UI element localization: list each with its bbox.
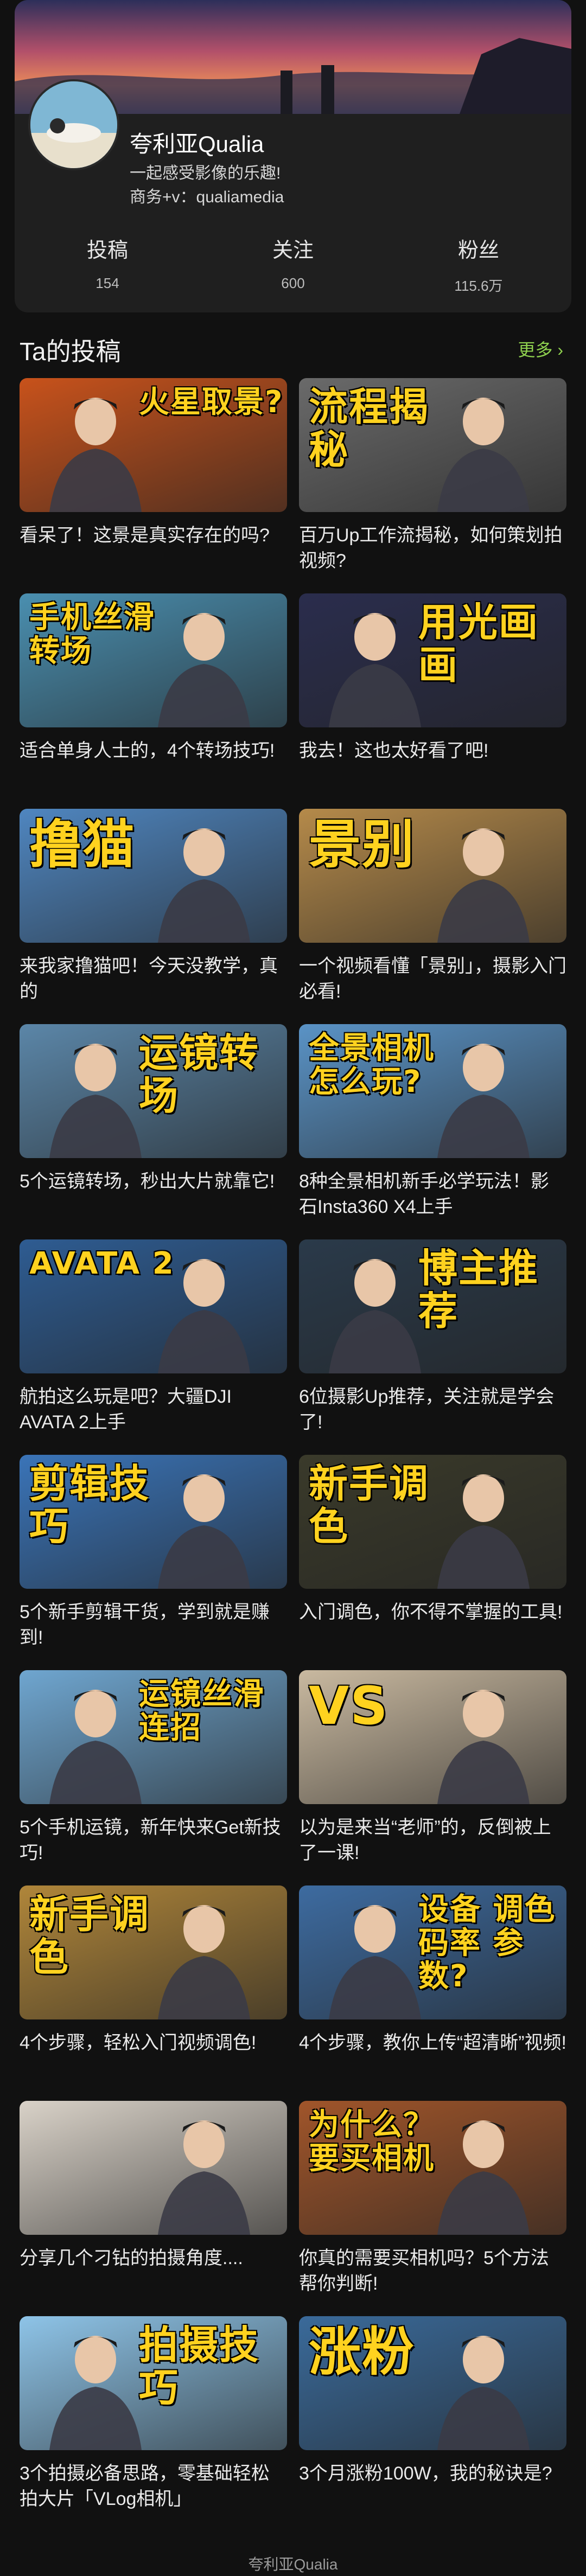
video-card[interactable]: 设备 调色 码率 参数? 4个步骤，教你上传“超清晰”视频! [299, 1885, 566, 2081]
profile-card: 夸利亚Qualia 一起感受影像的乐趣! 商务+v：qualiamedia 投稿… [15, 0, 571, 312]
video-title[interactable]: 航拍这么玩是吧？大疆DJI AVATA 2上手 [20, 1384, 287, 1435]
stat-value: 600 [281, 275, 305, 291]
stat-label: 粉丝 [457, 239, 499, 262]
video-card[interactable]: 剪辑技巧 5个新手剪辑干货，学到就是赚到! [20, 1455, 287, 1651]
video-thumbnail[interactable]: 博主推荐 [299, 1239, 566, 1373]
stat-value: 154 [95, 275, 119, 291]
video-card[interactable]: 为什么？要买相机你真的需要买相机吗？5个方法帮你判断! [299, 2101, 566, 2297]
video-thumbnail[interactable]: 景别 [299, 809, 566, 943]
thumbnail-caption: 运镜丝滑连招 [139, 1677, 265, 1746]
video-thumbnail[interactable]: 设备 调色 码率 参数? [299, 1885, 566, 2019]
video-title[interactable]: 看呆了！这景是真实存在的吗? [20, 523, 287, 574]
video-title[interactable]: 4个步骤，轻松入门视频调色! [20, 2030, 287, 2081]
video-title[interactable]: 5个新手剪辑干货，学到就是赚到! [20, 1600, 287, 1651]
video-card[interactable]: 火星取景? 看呆了！这景是真实存在的吗? [20, 378, 287, 574]
thumbnail-caption: 拍摄技巧 [139, 2322, 260, 2411]
video-title[interactable]: 入门调色，你不得不掌握的工具! [299, 1600, 566, 1651]
stat-label: 关注 [272, 239, 314, 262]
video-thumbnail[interactable]: 全景相机怎么玩? [299, 1024, 566, 1158]
video-title[interactable]: 你真的需要买相机吗？5个方法帮你判断! [299, 2246, 566, 2297]
video-card[interactable]: 涨粉 3个月涨粉100W，我的秘诀是? [299, 2316, 566, 2512]
video-card[interactable]: AVATA 2 航拍这么玩是吧？大疆DJI AVATA 2上手 [20, 1239, 287, 1435]
video-thumbnail[interactable]: 拍摄技巧 [20, 2316, 287, 2450]
thumbnail-caption: 博主推荐 [418, 1245, 539, 1334]
thumbnail-caption: 为什么？要买相机 [309, 2107, 435, 2176]
video-thumbnail[interactable]: VS [299, 1670, 566, 1804]
bio-line-1: 一起感受影像的乐趣! [130, 164, 281, 182]
thumbnail-caption: 用光画画 [418, 599, 539, 688]
thumbnail-caption: 火星取景? [139, 385, 284, 420]
thumbnail-caption: AVATA 2 [29, 1246, 175, 1281]
stat-label: 投稿 [86, 239, 128, 262]
thumbnail-caption: 流程揭秘 [309, 384, 430, 473]
video-thumbnail[interactable]: 运镜丝滑连招 [20, 1670, 287, 1804]
profile-name: 夸利亚Qualia [130, 131, 264, 157]
video-title[interactable]: 4个步骤，教你上传“超清晰”视频! [299, 2030, 566, 2081]
video-card[interactable]: 景别一个视频看懂「景别」，摄影入门必看! [299, 809, 566, 1005]
video-thumbnail[interactable]: 新手调色 [20, 1885, 287, 2019]
video-card[interactable]: 手机丝滑转场适合单身人士的，4个转场技巧! [20, 593, 287, 789]
stat-following[interactable]: 关注 600 [200, 233, 386, 298]
video-title[interactable]: 百万Up工作流揭秘，如何策划拍视频? [299, 523, 566, 574]
thumbnail-caption: 新手调色 [29, 1891, 150, 1980]
thumbnail-caption: 撸猫 [29, 814, 136, 875]
video-card[interactable]: 用光画画我去！这也太好看了吧! [299, 593, 566, 789]
video-card[interactable]: 分享几个刁钻的拍摄角度.... [20, 2101, 287, 2297]
video-title[interactable]: 3个拍摄必备思路，零基础轻松拍大片「VLog相机」 [20, 2461, 287, 2512]
more-link[interactable]: 更多 › [518, 336, 563, 361]
bio-line-2: 商务+v：qualiamedia [130, 188, 284, 206]
thumbnail-caption: 运镜转场 [139, 1030, 260, 1119]
avatar[interactable] [28, 79, 119, 170]
video-thumbnail[interactable]: 为什么？要买相机 [299, 2101, 566, 2235]
video-title[interactable]: 以为是来当“老师”的，反倒被上了一课! [299, 1815, 566, 1866]
thumbnail-caption: 设备 调色 码率 参数? [418, 1892, 556, 1995]
profile-bio: 一起感受影像的乐趣! 商务+v：qualiamedia [130, 162, 284, 209]
video-thumbnail[interactable]: 火星取景? [20, 378, 287, 512]
video-card[interactable]: 新手调色 4个步骤，轻松入门视频调色! [20, 1885, 287, 2081]
video-thumbnail[interactable] [20, 2101, 287, 2235]
video-card[interactable]: 运镜转场 5个运镜转场，秒出大片就靠它! [20, 1024, 287, 1220]
video-card[interactable]: 运镜丝滑连招 5个手机运镜，新年快来Get新技巧! [20, 1670, 287, 1866]
video-thumbnail[interactable]: 用光画画 [299, 593, 566, 727]
video-card[interactable]: 流程揭秘百万Up工作流揭秘，如何策划拍视频? [299, 378, 566, 574]
video-card[interactable]: 拍摄技巧 3个拍摄必备思路，零基础轻松拍大片「VLog相机」 [20, 2316, 287, 2512]
video-title[interactable]: 6位摄影Up推荐，关注就是学会了! [299, 1384, 566, 1435]
thumbnail-caption: 手机丝滑转场 [29, 600, 155, 669]
video-title[interactable]: 8种全景相机新手必学玩法！影石Insta360 X4上手 [299, 1169, 566, 1220]
video-title[interactable]: 3个月涨粉100W，我的秘诀是? [299, 2461, 566, 2512]
video-title[interactable]: 适合单身人士的，4个转场技巧! [20, 738, 287, 789]
video-card[interactable]: 新手调色入门调色，你不得不掌握的工具! [299, 1455, 566, 1651]
stat-followers[interactable]: 粉丝 115.6万 [386, 233, 571, 298]
video-title[interactable]: 5个手机运镜，新年快来Get新技巧! [20, 1815, 287, 1866]
thumbnail-caption: VS [309, 1676, 389, 1736]
video-title[interactable]: 分享几个刁钻的拍摄角度.... [20, 2246, 287, 2297]
thumbnail-caption: 全景相机怎么玩? [309, 1031, 435, 1100]
thumbnail-caption: 涨粉 [309, 2322, 415, 2382]
profile-stats: 投稿 154 关注 600 粉丝 115.6万 [15, 233, 571, 298]
video-thumbnail[interactable]: 涨粉 [299, 2316, 566, 2450]
thumbnail-caption: 剪辑技巧 [29, 1461, 150, 1550]
video-card[interactable]: 全景相机怎么玩? 8种全景相机新手必学玩法！影石Insta360 X4上手 [299, 1024, 566, 1220]
video-title[interactable]: 一个视频看懂「景别」，摄影入门必看! [299, 954, 566, 1005]
video-title[interactable]: 来我家撸猫吧！今天没教学，真的 [20, 954, 287, 1005]
video-thumbnail[interactable]: 运镜转场 [20, 1024, 287, 1158]
video-thumbnail[interactable]: 手机丝滑转场 [20, 593, 287, 727]
video-thumbnail[interactable]: 新手调色 [299, 1455, 566, 1589]
thumbnail-person-graphic [158, 2120, 250, 2235]
video-thumbnail[interactable]: 撸猫 [20, 809, 287, 943]
section-title: Ta的投稿 [20, 337, 121, 366]
video-card[interactable]: VS 以为是来当“老师”的，反倒被上了一课! [299, 1670, 566, 1866]
video-card[interactable]: 撸猫来我家撸猫吧！今天没教学，真的 [20, 809, 287, 1005]
stat-value: 115.6万 [454, 278, 503, 294]
video-thumbnail[interactable]: 流程揭秘 [299, 378, 566, 512]
video-thumbnail[interactable]: 剪辑技巧 [20, 1455, 287, 1589]
video-title[interactable]: 我去！这也太好看了吧! [299, 738, 566, 789]
thumbnail-caption: 景别 [309, 814, 415, 875]
video-thumbnail[interactable]: AVATA 2 [20, 1239, 287, 1373]
thumbnail-caption: 新手调色 [309, 1461, 430, 1550]
video-card[interactable]: 博主推荐 6位摄影Up推荐，关注就是学会了! [299, 1239, 566, 1435]
stat-posts[interactable]: 投稿 154 [15, 233, 200, 298]
video-title[interactable]: 5个运镜转场，秒出大片就靠它! [20, 1169, 287, 1220]
footer-name: 夸利亚Qualia [248, 2556, 338, 2573]
